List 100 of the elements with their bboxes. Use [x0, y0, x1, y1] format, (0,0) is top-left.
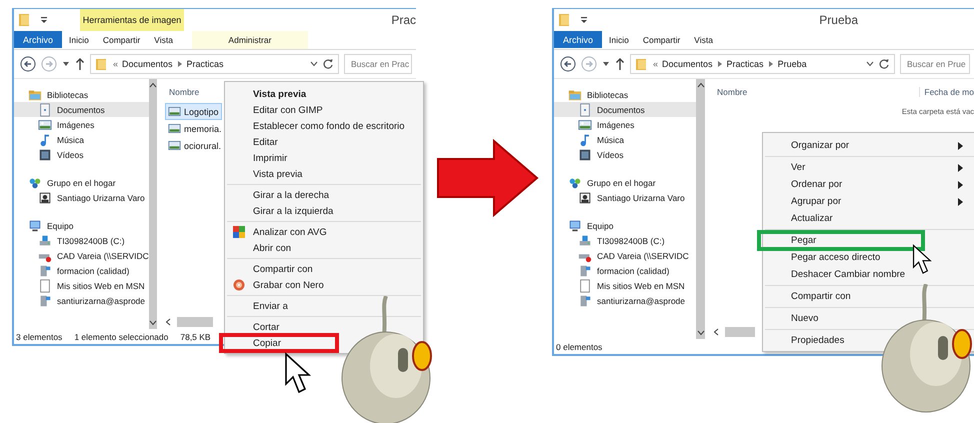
- file-item[interactable]: Logotipo: [165, 103, 222, 120]
- nav-item[interactable]: Santiago Urizarna Varo: [14, 190, 149, 205]
- breadcrumb[interactable]: Prueba: [778, 59, 807, 69]
- menu-item[interactable]: Pegar acceso directo: [765, 249, 884, 266]
- caret-icon[interactable]: [62, 60, 70, 68]
- up-arrow-icon[interactable]: [75, 57, 85, 71]
- refresh-icon[interactable]: [878, 58, 890, 70]
- nav-item[interactable]: formacion (calidad): [554, 263, 696, 278]
- menu-item[interactable]: Analizar con AVG: [227, 224, 331, 240]
- dropdown-icon[interactable]: [580, 15, 588, 25]
- ribbon-tab[interactable]: Compartir: [636, 31, 688, 49]
- breadcrumb[interactable]: Practicas: [726, 59, 764, 69]
- ribbon-tab[interactable]: Compartir: [96, 31, 148, 49]
- dropdown-icon[interactable]: [40, 15, 48, 25]
- breadcrumb-arrow-icon[interactable]: [176, 60, 183, 68]
- menu-item[interactable]: Nuevo: [765, 310, 822, 327]
- menu-item[interactable]: Compartir con: [227, 261, 317, 277]
- back-icon[interactable]: [560, 56, 576, 72]
- nav-item[interactable]: Bibliotecas: [14, 87, 149, 102]
- nav-item[interactable]: Documentos: [14, 102, 149, 117]
- breadcrumb-arrow-icon[interactable]: [768, 60, 774, 68]
- caret-icon[interactable]: [602, 60, 610, 68]
- overflow-chevron[interactable]: «: [113, 59, 118, 69]
- menu-item[interactable]: Vista previa: [227, 86, 310, 102]
- back-icon[interactable]: [20, 56, 36, 72]
- nav-item[interactable]: Música: [14, 132, 149, 147]
- ribbon-tab[interactable]: Inicio: [602, 31, 636, 49]
- nav-item[interactable]: Vídeos: [554, 147, 696, 162]
- scroll-up-icon[interactable]: [148, 82, 157, 88]
- column-header[interactable]: Fecha de mo: [919, 87, 974, 97]
- menu-item[interactable]: Copiar: [221, 335, 337, 351]
- menu-item[interactable]: Girar a la izquierda: [227, 203, 338, 219]
- address-field[interactable]: « Documentos Practicas Prueba: [630, 54, 895, 74]
- nav-item[interactable]: Mis sitios Web en MSN: [14, 278, 149, 293]
- refresh-icon[interactable]: [322, 58, 334, 70]
- scroll-down-icon[interactable]: [148, 320, 157, 326]
- nav-item[interactable]: Equipo: [14, 218, 149, 233]
- column-header[interactable]: Nombre: [717, 87, 748, 97]
- menu-item[interactable]: Establecer como fondo de escritorio: [227, 118, 409, 134]
- breadcrumb[interactable]: Documentos: [662, 59, 713, 69]
- nav-item[interactable]: santiurizarna@asprode: [554, 293, 696, 308]
- scroll-down-icon[interactable]: [696, 330, 704, 336]
- chevron-down-icon[interactable]: [866, 60, 874, 68]
- breadcrumb-arrow-icon[interactable]: [716, 60, 723, 68]
- file-item[interactable]: ociorural.: [165, 137, 224, 154]
- nav-item[interactable]: formacion (calidad): [14, 263, 149, 278]
- scroll-up-icon[interactable]: [696, 82, 704, 88]
- nav-item[interactable]: Imágenes: [14, 117, 149, 132]
- nav-item[interactable]: Vídeos: [14, 147, 149, 162]
- menu-item[interactable]: Enviar a: [227, 298, 292, 314]
- search-field[interactable]: Buscar en Prue: [900, 54, 970, 74]
- menu-item[interactable]: Editar: [227, 134, 282, 150]
- scrollbar-thumb[interactable]: [177, 317, 213, 327]
- menu-item[interactable]: Ordenar por: [765, 176, 974, 193]
- menu-item[interactable]: Vista previa: [227, 166, 306, 182]
- menu-item[interactable]: Pegar: [759, 232, 923, 249]
- menu-item[interactable]: Compartir con: [765, 288, 855, 305]
- nav-item[interactable]: Grupo en el hogar: [14, 175, 149, 190]
- menu-item[interactable]: Girar a la derecha: [227, 187, 334, 203]
- nav-item[interactable]: TI30982400B (C:): [14, 233, 149, 248]
- scroll-left-icon[interactable]: [165, 318, 171, 326]
- nav-item[interactable]: Imágenes: [554, 117, 696, 132]
- file-item[interactable]: memoria.: [165, 120, 225, 137]
- nav-item[interactable]: Bibliotecas: [554, 87, 696, 102]
- breadcrumb[interactable]: Documentos: [122, 59, 173, 69]
- menu-item[interactable]: Organizar por: [765, 137, 974, 154]
- address-field[interactable]: « Documentos Practicas: [90, 54, 339, 74]
- scrollbar[interactable]: [696, 79, 705, 339]
- up-arrow-icon[interactable]: [615, 57, 625, 71]
- nav-item[interactable]: Mis sitios Web en MSN: [554, 278, 696, 293]
- menu-item[interactable]: Cortar: [227, 319, 284, 335]
- ribbon-tab[interactable]: Vista: [687, 31, 720, 49]
- menu-item[interactable]: Ver: [765, 159, 974, 176]
- nav-item[interactable]: Grupo en el hogar: [554, 175, 696, 190]
- menu-item[interactable]: Imprimir: [227, 150, 292, 166]
- nav-item[interactable]: TI30982400B (C:): [554, 233, 696, 248]
- file-tab[interactable]: Archivo: [14, 31, 62, 48]
- nav-item[interactable]: Música: [554, 132, 696, 147]
- ribbon-tab[interactable]: Vista: [147, 31, 180, 49]
- nav-item[interactable]: Documentos: [554, 102, 696, 117]
- breadcrumb[interactable]: Practicas: [186, 59, 224, 69]
- nav-item[interactable]: Equipo: [554, 218, 696, 233]
- menu-item[interactable]: Propiedades: [765, 332, 848, 349]
- scrollbar-thumb[interactable]: [725, 327, 755, 337]
- menu-item[interactable]: Agrupar por: [765, 193, 974, 210]
- chevron-down-icon[interactable]: [310, 60, 318, 68]
- file-tab[interactable]: Archivo: [554, 31, 602, 48]
- scrollbar[interactable]: [148, 79, 157, 329]
- menu-item[interactable]: Abrir con: [227, 240, 296, 256]
- nav-item[interactable]: santiurizarna@asprode: [14, 293, 149, 308]
- nav-item[interactable]: CAD Vareia (\\SERVIDC: [14, 248, 149, 263]
- column-header[interactable]: Nombre: [169, 87, 200, 97]
- nav-item[interactable]: CAD Vareia (\\SERVIDC: [554, 248, 696, 263]
- menu-item[interactable]: Actualizar: [765, 210, 837, 227]
- nav-item[interactable]: Santiago Urizarna Varo: [554, 190, 696, 205]
- menu-item[interactable]: Editar con GIMP: [227, 102, 327, 118]
- search-field[interactable]: Buscar en Prac: [344, 54, 412, 74]
- menu-item[interactable]: Deshacer Cambiar nombre: [765, 266, 910, 283]
- ribbon-tab[interactable]: Inicio: [62, 31, 96, 49]
- scroll-left-icon[interactable]: [713, 328, 719, 336]
